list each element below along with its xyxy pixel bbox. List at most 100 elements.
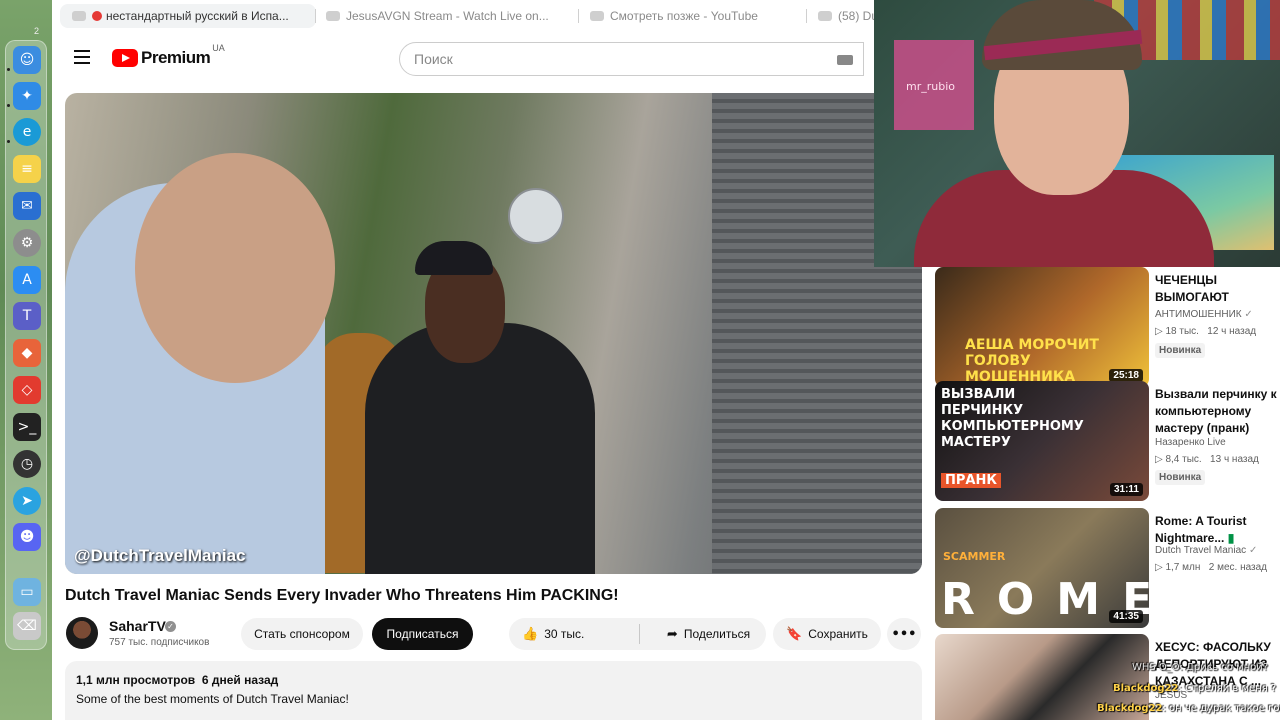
chat-text: : он че дурак такое говорить ? [1162,703,1280,714]
finder-icon[interactable]: ☺ [13,46,41,74]
recommendation-channel: Назаренко Live [1155,437,1226,448]
settings-icon[interactable]: ⚙ [13,229,41,257]
tab-2[interactable]: JesusAVGN Stream - Watch Live on... [326,4,566,28]
screen-time-icon[interactable]: ◷ [13,450,41,478]
description-meta: 1,1 млн просмотров 6 дней назад [76,673,911,687]
trash-icon[interactable]: ⌫ [13,612,41,640]
age: 13 ч назад [1210,454,1259,465]
channel-name[interactable]: SaharTV [109,618,166,634]
video-duration: 31:11 [1109,483,1143,496]
channel-label: АНТИМОШЕННИК [1155,309,1242,320]
macos-dock: 2 ☺ ✦ e ≡ ✉ ⚙ A T ◆ ◇ >_ ◷ ➤ ☻ ▭ ⌫ [0,0,52,720]
more-actions-button[interactable]: ••• [887,618,921,650]
recommendation-stats: ▷ 8,4 тыс. 13 ч назад [1155,454,1259,465]
chat-message: WHS O_O: Дрись со мной? [1132,662,1269,673]
video-duration: 41:35 [1109,610,1143,623]
search-input[interactable] [414,51,814,67]
age: 12 ч назад [1207,326,1257,337]
recommendation-item[interactable]: ВЫЗВАЛИ ПЕРЧИНКУ КОМПЬЮТЕРНОМУ МАСТЕРУ П… [935,381,1280,501]
subscribe-button[interactable]: Подписаться [372,618,473,650]
hamburger-menu-icon[interactable] [74,50,90,64]
video-scene-sign [508,188,564,244]
recommendation-item[interactable]: SCAMMER ROME 41:35 Rome: A Tourist Night… [935,508,1280,628]
video-player[interactable]: @DutchTravelManiac [65,93,922,574]
video-thumbnail[interactable]: SCAMMER ROME 41:35 [935,508,1149,628]
save-button[interactable]: 🔖 Сохранить [773,618,881,650]
save-label: Сохранить [808,627,868,641]
youtube-play-icon [112,49,138,67]
views: 1,7 млн [1165,562,1201,573]
recommendation-channel: АНТИМОШЕННИК ✓ [1155,309,1253,320]
share-icon: ➦ [666,626,678,642]
terminal-icon[interactable]: >_ [13,413,41,441]
thumbs-up-icon: 👍 [522,626,539,642]
italy-flag-icon: ▮ [1227,531,1235,545]
safari-icon[interactable]: ✦ [13,82,41,110]
logo-text: Premium [141,48,211,67]
more-horizontal-icon: ••• [891,626,917,642]
chat-username: Blackdog22 [1113,683,1179,694]
edge-icon[interactable]: e [13,118,41,146]
description-box[interactable]: 1,1 млн просмотров 6 дней назад Some of … [65,661,922,720]
notes-icon[interactable]: ≡ [13,155,41,183]
neon-sign-text: mr_rubio [906,80,956,93]
like-count: 30 тыс. [544,627,585,641]
tab-label: нестандартный русский в Испа... [106,9,289,23]
channel-avatar[interactable] [66,617,98,649]
subscriber-count: 757 тыс. подписчиков [109,637,210,648]
video-thumbnail[interactable]: ВЫЗВАЛИ ПЕРЧИНКУ КОМПЬЮТЕРНОМУ МАСТЕРУ П… [935,381,1149,501]
tab-3[interactable]: Смотреть позже - YouTube [590,4,810,28]
anydesk-icon[interactable]: ◇ [13,376,41,404]
youtube-logo[interactable]: Premium UA [112,43,225,68]
recommendation-item[interactable]: АЕША МОРОЧИТ ГОЛОВУ МОШЕННИКА 25:18 ЧЕЧЕ… [935,267,1280,387]
view-count: 1,1 млн просмотров [76,673,196,687]
recommendation-channel: Dutch Travel Maniac ✓ [1155,545,1257,556]
streamer-webcam-overlay: mr_rubio [874,0,1280,267]
video-thumbnail[interactable]: АЕША МОРОЧИТ ГОЛОВУ МОШЕННИКА 25:18 [935,267,1149,387]
keyboard-icon[interactable] [837,55,853,65]
recommendation-stats: ▷ 1,7 млн 2 мес. назад [1155,562,1268,573]
youtube-favicon-icon [590,11,604,21]
tab-4[interactable]: (58) Du [818,4,878,28]
thumbnail-tag: ПРАНК [941,473,1001,488]
youtube-favicon-icon [818,11,832,21]
share-button[interactable]: ➦ Поделиться [651,618,766,650]
bookmark-icon: 🔖 [786,626,803,642]
tab-label: (58) Du [837,9,878,23]
running-indicator [7,140,10,143]
tab-separator [578,9,579,23]
recommendation-title: Вызвали перчинку к компьютерному мастеру… [1155,387,1277,435]
video-watermark: @DutchTravelManiac [74,546,246,565]
youtube-favicon-icon [72,11,86,21]
country-code: UA [212,43,225,53]
tab-label: JesusAVGN Stream - Watch Live on... [346,9,549,23]
video-scene-head [135,153,335,383]
tab-1[interactable]: нестандартный русский в Испа... [60,4,316,28]
teams-icon[interactable]: T [13,302,41,330]
video-scene-person [365,323,595,574]
discord-icon[interactable]: ☻ [13,523,41,551]
telegram-icon[interactable]: ➤ [13,487,41,515]
folder-icon[interactable]: ▭ [13,578,41,606]
recommendation-title: ЧЕЧЕНЦЫ ВЫМОГАЮТ ДЕНЬГ... [1155,273,1229,308]
views: 18 тыс. [1165,326,1199,337]
tab-separator [806,9,807,23]
desktop-counter: 2 [34,26,40,36]
like-button[interactable]: 👍 30 тыс. [509,618,639,650]
join-button[interactable]: Стать спонсором [241,618,363,650]
outlook-icon[interactable]: ✉ [13,192,41,220]
running-indicator [7,104,10,107]
tab-separator [315,9,316,23]
chat-message: Blackdog22: он че дурак такое говорить ? [1097,703,1280,714]
new-badge: Новинка [1155,343,1206,358]
kick-favicon-icon [326,11,340,21]
age: 2 мес. назад [1208,562,1268,573]
chat-text: : Стреляй в меня ? [1178,683,1277,694]
thumbnail-text: ВЫЗВАЛИ ПЕРЧИНКУ КОМПЬЮТЕРНОМУ МАСТЕРУ [941,387,1084,450]
verified-icon: ✓ [1248,545,1258,556]
verified-icon: ✓ [165,621,176,632]
search-box [399,42,864,76]
appstore-icon[interactable]: A [13,266,41,294]
chat-message: Blackdog22: Стреляй в меня ? [1113,683,1276,694]
office-icon[interactable]: ◆ [13,339,41,367]
